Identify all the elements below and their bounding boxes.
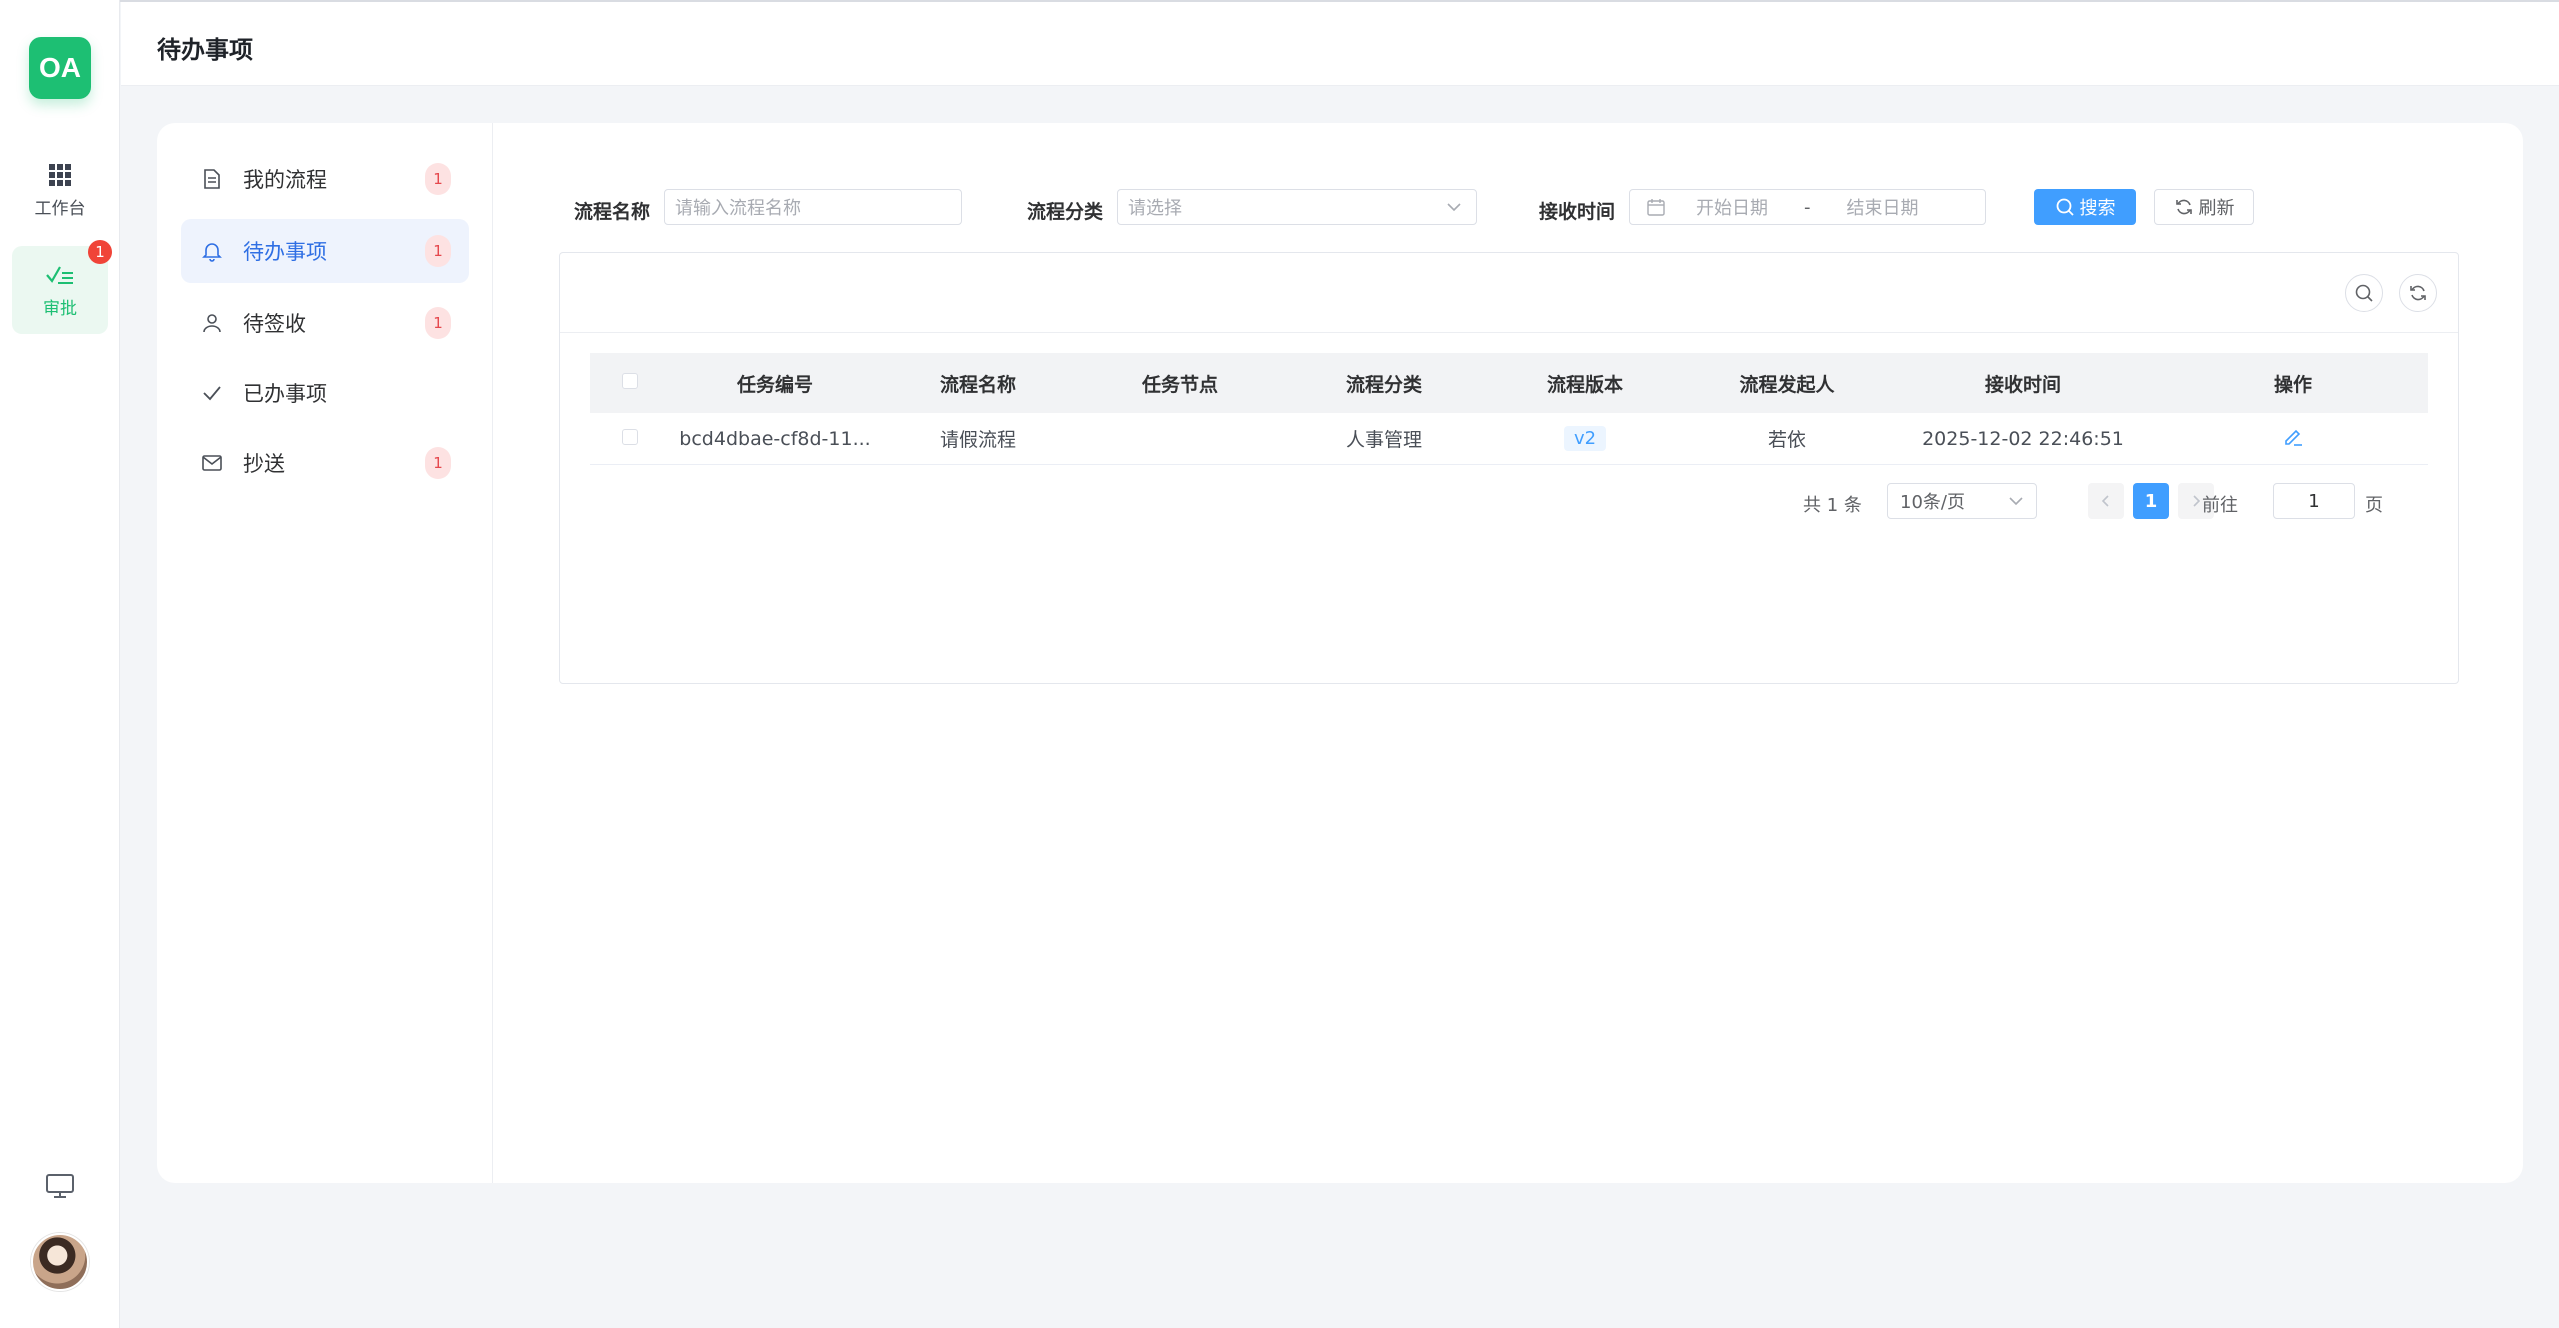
toggle-search-button[interactable] — [2345, 274, 2383, 312]
app-logo[interactable]: OA — [29, 37, 91, 99]
page-size-value: 10条/页 — [1900, 492, 1965, 513]
process-name-placeholder: 请输入流程名称 — [675, 198, 801, 219]
prev-page-button[interactable] — [2088, 483, 2124, 519]
page-size-select[interactable]: 10条/页 — [1887, 483, 2037, 519]
total-count: 共 1 条 — [1803, 495, 1862, 516]
start-date-placeholder[interactable]: 开始日期 — [1696, 194, 1768, 220]
column-header: 任务编号 — [736, 373, 813, 396]
goto-page-input[interactable]: 1 — [2273, 483, 2355, 519]
count-badge: 1 — [425, 447, 451, 479]
goto-label: 前往 — [2202, 495, 2238, 516]
process-name-input[interactable]: 请输入流程名称 — [664, 189, 962, 225]
version-tag: v2 — [1563, 426, 1607, 451]
column-header: 流程分类 — [1345, 373, 1422, 396]
refresh-button-label: 刷新 — [2198, 198, 2235, 219]
row-checkbox[interactable] — [622, 428, 638, 445]
search-icon — [2355, 284, 2373, 302]
todo-table: 任务编号 流程名称 任务节点 流程分类 流程版本 流程发起人 接收时间 操作 b… — [590, 353, 2428, 465]
search-icon — [2056, 198, 2074, 216]
category-cell: 人事管理 — [1345, 429, 1422, 451]
table-header: 任务编号 流程名称 任务节点 流程分类 流程版本 流程发起人 接收时间 操作 — [590, 353, 2428, 413]
reload-table-button[interactable] — [2399, 274, 2437, 312]
date-range-picker[interactable]: 开始日期 - 结束日期 — [1629, 189, 1986, 225]
refresh-icon — [2410, 285, 2426, 301]
search-button[interactable]: 搜索 — [2034, 189, 2136, 225]
category-placeholder: 请选择 — [1128, 198, 1182, 219]
approval-count-badge: 1 — [88, 240, 112, 264]
subnav-item-label: 已办事项 — [243, 382, 327, 406]
chevron-down-icon — [2009, 497, 2023, 506]
rail-item-approval[interactable]: 审批 1 — [12, 240, 112, 334]
rail-item-label: 审批 — [43, 298, 77, 319]
page-suffix: 页 — [2365, 495, 2383, 516]
grid-icon — [49, 163, 71, 186]
subnav-item-done[interactable]: 已办事项 — [181, 361, 469, 425]
column-header: 接收时间 — [1984, 373, 2061, 396]
edit-icon[interactable] — [2282, 425, 2304, 447]
table-toolbar — [560, 253, 2458, 333]
check-icon — [199, 380, 225, 406]
subnav-item-label: 抄送 — [243, 452, 285, 476]
chevron-down-icon — [1447, 203, 1461, 212]
chevron-right-icon — [2193, 495, 2201, 507]
subnav-item-cc[interactable]: 抄送 1 — [181, 431, 469, 495]
search-button-label: 搜索 — [2079, 198, 2116, 219]
goto-page-value: 1 — [2308, 490, 2320, 512]
process-name-label: 流程名称 — [574, 201, 651, 223]
column-header: 任务节点 — [1141, 373, 1218, 396]
end-date-placeholder[interactable]: 结束日期 — [1847, 194, 1919, 220]
mail-icon — [199, 450, 225, 476]
calendar-icon — [1647, 199, 1665, 216]
category-label: 流程分类 — [1027, 201, 1104, 223]
initiator-cell: 若依 — [1767, 429, 1806, 451]
rail-item-label: 工作台 — [34, 198, 86, 219]
column-header: 流程名称 — [939, 373, 1016, 396]
task-id-cell: bcd4dbae-cf8d-11... — [679, 427, 871, 450]
select-all-checkbox[interactable] — [622, 373, 638, 389]
process-name-cell: 请假流程 — [939, 429, 1016, 451]
chevron-left-icon — [2101, 495, 2109, 507]
app-rail: OA 工作台 审批 1 — [0, 0, 120, 1328]
table-panel: 任务编号 流程名称 任务节点 流程分类 流程版本 流程发起人 接收时间 操作 b… — [559, 252, 2459, 684]
approval-check-icon — [46, 265, 73, 284]
pagination: 共 1 条 10条/页 1 前往 1 页 — [560, 483, 2458, 523]
receive-time-label: 接收时间 — [1539, 201, 1616, 223]
user-avatar[interactable] — [31, 1233, 89, 1291]
rail-item-workbench[interactable]: 工作台 — [12, 146, 108, 234]
receive-time-cell: 2025-12-02 22:46:51 — [1922, 427, 2124, 450]
refresh-button[interactable]: 刷新 — [2154, 189, 2254, 225]
table-row: bcd4dbae-cf8d-11... 请假流程 人事管理 v2 若依 2025… — [590, 413, 2428, 465]
refresh-icon — [2175, 199, 2192, 215]
monitor-icon[interactable] — [44, 1170, 76, 1202]
main-card: 我的流程 1 待办事项 1 待签收 1 已办事项 抄送 1 流程名称 请输入流程… — [157, 123, 2523, 1183]
page-header: 待办事项 — [121, 2, 2559, 86]
category-select[interactable]: 请选择 — [1117, 189, 1477, 225]
column-header: 流程发起人 — [1739, 373, 1835, 396]
range-separator: - — [1804, 196, 1811, 218]
page-number-button[interactable]: 1 — [2133, 483, 2169, 519]
column-header: 操作 — [2273, 373, 2312, 396]
column-header: 流程版本 — [1546, 373, 1623, 396]
page-title: 待办事项 — [157, 36, 253, 64]
